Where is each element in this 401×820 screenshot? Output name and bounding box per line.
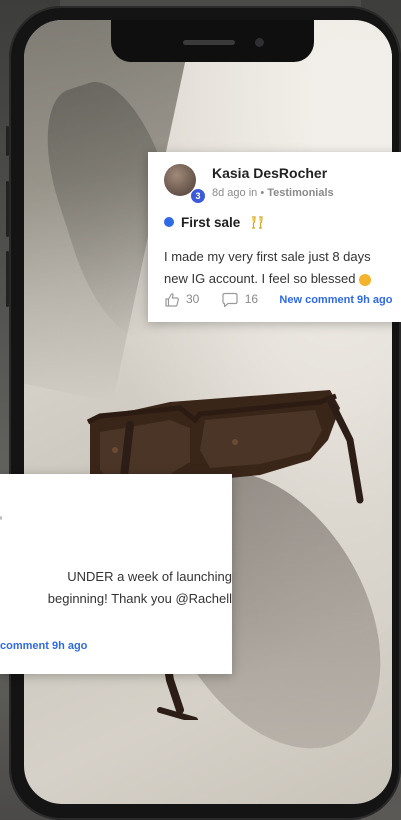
thumbs-up-icon [165, 293, 179, 307]
post-body-line-1: UNDER a week of launching [67, 569, 232, 584]
like-count: 30 [186, 292, 200, 307]
card-2-cropped-header: ▪ [0, 510, 3, 525]
post-body-line-2: new IG account. I feel so blessed [164, 268, 401, 290]
comment-button[interactable]: 16 [221, 292, 258, 308]
post-body-line-2: beginning! Thank you @Rachell [47, 591, 232, 606]
post-title-text: First sale [181, 215, 241, 230]
meta-separator: • [257, 187, 268, 199]
like-button[interactable]: 30 [164, 292, 199, 308]
smile-emoji-icon [359, 273, 372, 286]
post-category-link[interactable]: Testimonials [267, 187, 333, 199]
champagne-icon [252, 216, 263, 230]
phone-volume-up [6, 181, 9, 237]
comment-count: 16 [244, 292, 259, 307]
phone-volume-down [6, 251, 9, 307]
post-title[interactable]: First sale [164, 215, 264, 230]
level-badge: 3 [190, 188, 206, 204]
post-body: I made my very first sale just 8 days ne… [164, 246, 401, 290]
post-body-line-1: I made my very first sale just 8 days [164, 249, 371, 264]
phone-speaker [183, 40, 235, 45]
phone-mute-switch [6, 126, 9, 156]
testimonial-card-2[interactable]: ▪ UNDER a week of launching beginning! T… [0, 474, 232, 674]
post-meta: 8d ago in • Testimonials [212, 187, 334, 199]
post-actions: 30 16 New comment 9h ago [164, 292, 401, 308]
unread-dot-icon [164, 217, 174, 228]
author-name[interactable]: Kasia DesRocher [212, 165, 327, 181]
phone-camera [255, 38, 264, 47]
post-body: UNDER a week of launching beginning! Tha… [0, 566, 232, 610]
testimonial-card-kasia[interactable]: 3 Kasia DesRocher 8d ago in • Testimonia… [148, 152, 401, 322]
post-time: 8d ago in [212, 187, 258, 199]
new-comment-link[interactable]: comment 9h ago [0, 640, 87, 652]
comment-bubble-icon [222, 292, 238, 308]
new-comment-link[interactable]: New comment 9h ago [279, 294, 392, 306]
